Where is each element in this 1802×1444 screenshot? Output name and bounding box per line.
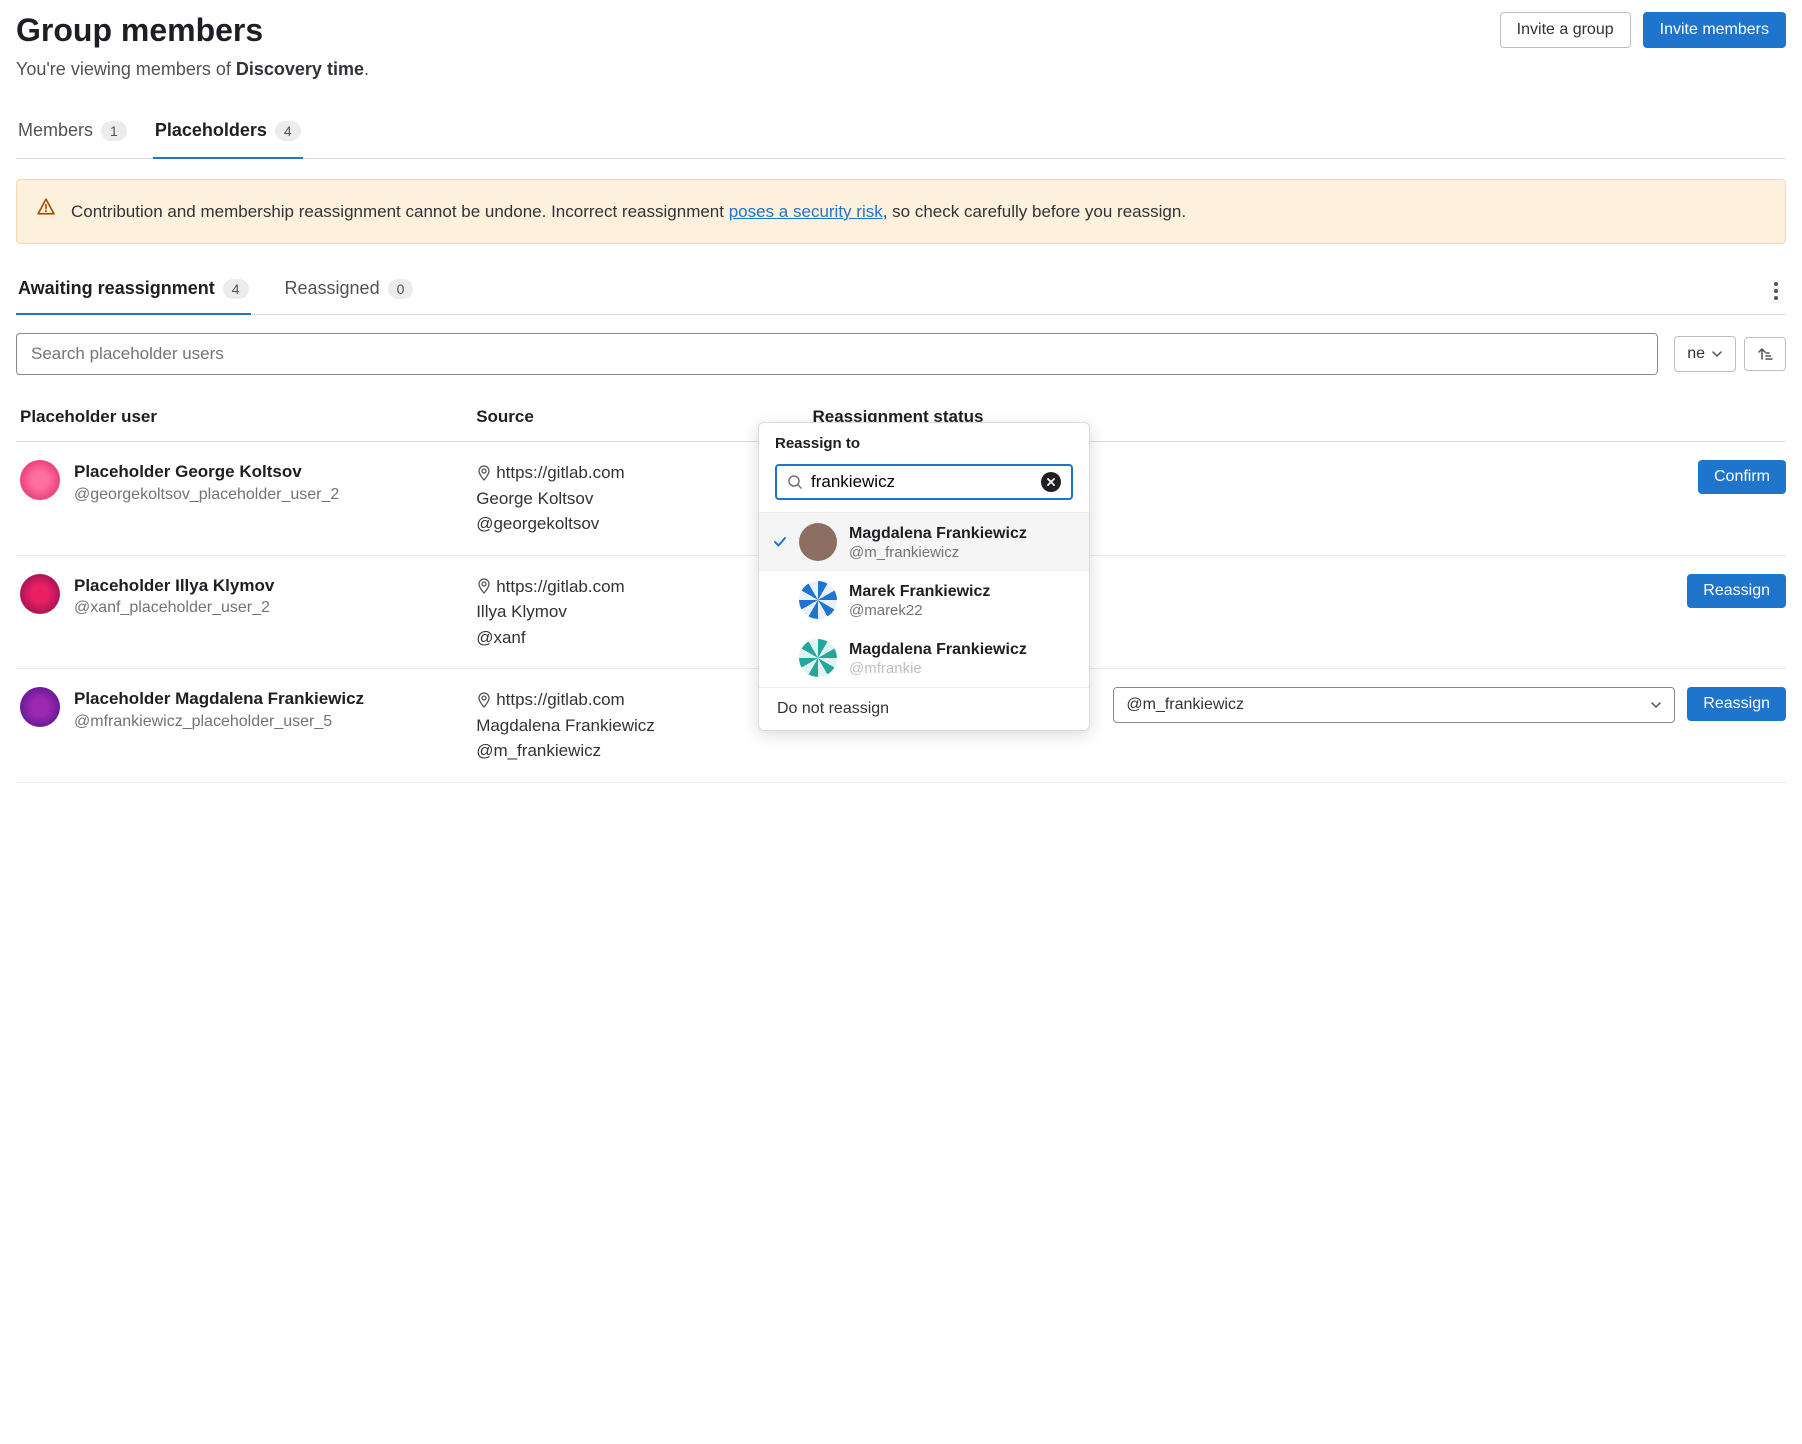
popover-user-name: Magdalena Frankiewicz xyxy=(849,524,1027,544)
sort-dropdown[interactable]: ne xyxy=(1674,336,1736,372)
popover-user-name: Marek Frankiewicz xyxy=(849,582,990,602)
avatar xyxy=(799,639,837,677)
source-url: https://gitlab.com xyxy=(496,460,625,486)
location-icon xyxy=(476,692,492,708)
reassign-button[interactable]: Reassign xyxy=(1687,574,1786,608)
sort-icon xyxy=(1757,346,1773,362)
warning-icon xyxy=(37,198,55,225)
reassigned-count-badge: 0 xyxy=(388,279,414,299)
close-icon xyxy=(1046,477,1056,487)
popover-user-handle: @marek22 xyxy=(849,602,990,619)
avatar xyxy=(20,574,60,614)
more-actions-button[interactable] xyxy=(1766,274,1786,308)
reassign-select[interactable]: @m_frankiewicz xyxy=(1113,687,1675,723)
sub-tabs: Awaiting reassignment 4 Reassigned 0 xyxy=(16,268,415,314)
popover-search-input[interactable] xyxy=(811,472,1033,492)
tab-placeholders[interactable]: Placeholders 4 xyxy=(153,108,303,159)
popover-user-item[interactable]: Marek Frankiewicz @marek22 xyxy=(759,571,1089,629)
popover-user-handle: @m_frankiewicz xyxy=(849,544,1027,561)
subtab-reassigned[interactable]: Reassigned 0 xyxy=(283,268,416,315)
popover-user-handle: @mfrankie xyxy=(849,660,1027,677)
popover-user-item[interactable]: Magdalena Frankiewicz @m_frankiewicz xyxy=(759,513,1089,571)
avatar xyxy=(20,687,60,727)
avatar xyxy=(799,581,837,619)
search-icon xyxy=(787,474,803,490)
placeholder-user-name: Placeholder Illya Klymov xyxy=(74,574,274,598)
chevron-down-icon xyxy=(1711,348,1723,360)
reassign-popover: Reassign to Magdalena Frankiewicz @m_fra… xyxy=(758,422,1090,731)
avatar xyxy=(20,460,60,500)
source-url: https://gitlab.com xyxy=(496,687,625,713)
source-url: https://gitlab.com xyxy=(496,574,625,600)
invite-group-button[interactable]: Invite a group xyxy=(1500,12,1631,48)
avatar xyxy=(799,523,837,561)
placeholder-user-handle: @mfrankiewicz_placeholder_user_5 xyxy=(74,711,364,733)
placeholders-count-badge: 4 xyxy=(275,121,301,141)
clear-search-button[interactable] xyxy=(1041,472,1061,492)
popover-user-item[interactable]: Magdalena Frankiewicz @mfrankie xyxy=(759,629,1089,687)
placeholder-user-name: Placeholder George Koltsov xyxy=(74,460,339,484)
subtab-awaiting[interactable]: Awaiting reassignment 4 xyxy=(16,268,251,315)
reassign-button[interactable]: Reassign xyxy=(1687,687,1786,721)
do-not-reassign-option[interactable]: Do not reassign xyxy=(759,688,1089,730)
location-icon xyxy=(476,465,492,481)
col-header-user: Placeholder user xyxy=(16,407,476,427)
awaiting-count-badge: 4 xyxy=(223,279,249,299)
members-count-badge: 1 xyxy=(101,121,127,141)
main-tabs: Members 1 Placeholders 4 xyxy=(16,108,1786,159)
source-handle: @m_frankiewicz xyxy=(476,738,812,764)
placeholder-user-handle: @xanf_placeholder_user_2 xyxy=(74,597,274,619)
warning-alert: Contribution and membership reassignment… xyxy=(16,179,1786,244)
placeholder-user-name: Placeholder Magdalena Frankiewicz xyxy=(74,687,364,711)
popover-user-name: Magdalena Frankiewicz xyxy=(849,640,1027,660)
tab-members[interactable]: Members 1 xyxy=(16,108,129,159)
security-risk-link[interactable]: poses a security risk xyxy=(729,202,883,221)
confirm-button[interactable]: Confirm xyxy=(1698,460,1786,494)
sort-direction-button[interactable] xyxy=(1744,337,1786,371)
chevron-down-icon xyxy=(1650,699,1662,711)
page-subtitle: You're viewing members of Discovery time… xyxy=(16,59,1786,80)
placeholder-user-handle: @georgekoltsov_placeholder_user_2 xyxy=(74,484,339,506)
invite-members-button[interactable]: Invite members xyxy=(1643,12,1786,48)
popover-title: Reassign to xyxy=(759,423,1089,464)
location-icon xyxy=(476,578,492,594)
check-icon xyxy=(773,535,787,549)
search-input[interactable] xyxy=(16,333,1658,375)
page-title: Group members xyxy=(16,12,263,49)
